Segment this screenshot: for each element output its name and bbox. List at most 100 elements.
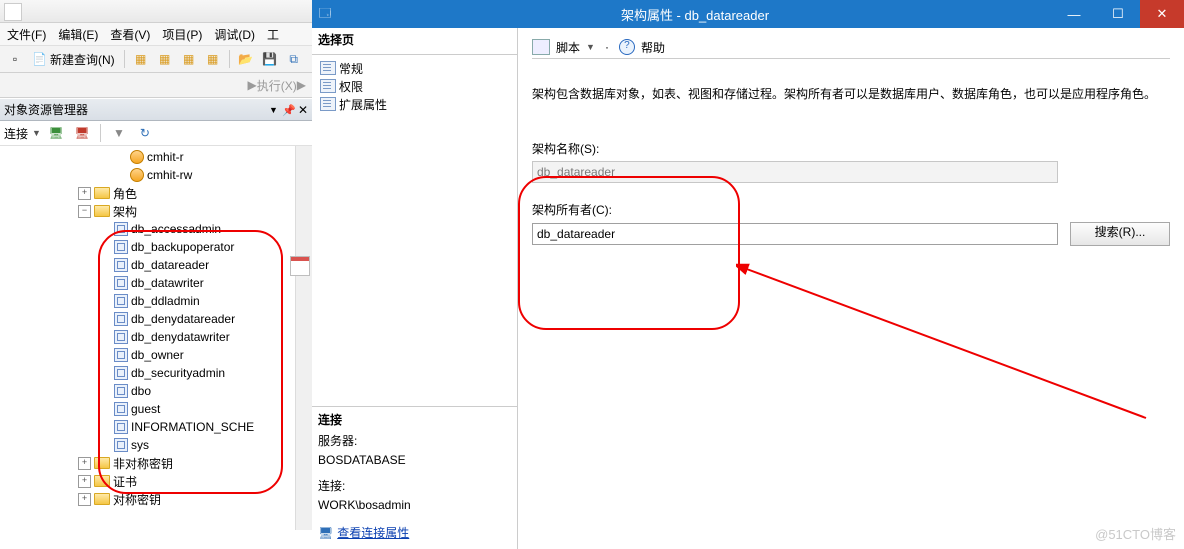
menu-view[interactable]: 查看(V) <box>107 24 153 45</box>
page-general[interactable]: 常规 <box>314 59 515 77</box>
expander-icon[interactable]: + <box>78 187 91 200</box>
dialog-left-pane: 选择页 常规 权限 扩展属性 连接 服务器: BOSDATABASE 连接: W… <box>312 28 518 549</box>
connection-label: 连接: <box>318 477 511 494</box>
user-icon <box>130 150 144 164</box>
dialog-titlebar[interactable]: 🗔 架构属性 - db_datareader — ☐ ✕ <box>312 0 1184 28</box>
tree-folder-cert[interactable]: +证书 <box>0 472 312 490</box>
tree-schema-item[interactable]: db_denydatawriter <box>0 328 312 346</box>
new-query-button[interactable]: 📄 新建查询(N) <box>28 49 119 69</box>
tree-schema-item[interactable]: db_denydatareader <box>0 310 312 328</box>
tree-label: db_datareader <box>131 258 209 272</box>
tree-label: dbo <box>131 384 151 398</box>
tree-label: 架构 <box>113 203 137 220</box>
tree-label: 对称密钥 <box>113 491 161 508</box>
tree-user-cmhit-rw[interactable]: cmhit-rw <box>0 166 312 184</box>
menu-tools[interactable]: 工 <box>264 24 282 45</box>
server-label: 服务器: <box>318 432 511 449</box>
tree-schema-item[interactable]: INFORMATION_SCHE <box>0 418 312 436</box>
folder-icon <box>94 456 110 470</box>
menu-bar[interactable]: 文件(F) 编辑(E) 查看(V) 项目(P) 调试(D) 工 <box>0 23 312 46</box>
close-pane-icon[interactable]: ✕ <box>298 103 308 117</box>
expander-icon[interactable]: + <box>78 493 91 506</box>
tree-folder-schemas[interactable]: − 架构 <box>0 202 312 220</box>
dialog-right-pane: 脚本 ▼ · ? 帮助 架构包含数据库对象，如表、视图和存储过程。架构所有者可以… <box>518 28 1184 549</box>
tree-schema-item[interactable]: sys <box>0 436 312 454</box>
schema-icon <box>114 438 128 452</box>
expander-icon[interactable]: − <box>78 205 91 218</box>
minimize-button[interactable]: — <box>1052 0 1096 28</box>
schema-icon <box>114 294 128 308</box>
tree-schema-item[interactable]: dbo <box>0 382 312 400</box>
schema-icon <box>114 240 128 254</box>
tree-schema-item[interactable]: db_backupoperator <box>0 238 312 256</box>
schema-icon <box>114 276 128 290</box>
object-tree[interactable]: cmhit-r cmhit-rw +角色 −架构 db_accessadmin … <box>0 146 312 530</box>
script-dropdown-icon[interactable]: ▼ <box>586 42 595 52</box>
tree-label: db_ddladmin <box>131 294 200 308</box>
db-icon-2[interactable]: ▦ <box>154 48 176 70</box>
separator <box>100 124 101 142</box>
close-button[interactable]: ✕ <box>1140 0 1184 28</box>
tree-user-cmhit-r[interactable]: cmhit-r <box>0 148 312 166</box>
tree-schema-item[interactable]: db_datareader <box>0 256 312 274</box>
db-icon-4[interactable]: ▦ <box>202 48 224 70</box>
tree-schema-item[interactable]: db_datawriter <box>0 274 312 292</box>
view-connection-link[interactable]: 查看连接属性 <box>337 524 409 541</box>
expander-icon[interactable]: + <box>78 475 91 488</box>
filter-icon[interactable]: ▼ <box>108 122 130 144</box>
menu-project[interactable]: 项目(P) <box>159 24 205 45</box>
schema-owner-input[interactable]: db_datareader <box>532 223 1058 245</box>
page-extended[interactable]: 扩展属性 <box>314 95 515 113</box>
tree-schema-item[interactable]: db_ddladmin <box>0 292 312 310</box>
tree-schema-item[interactable]: db_securityadmin <box>0 364 312 382</box>
db-icon-1[interactable]: ▦ <box>130 48 152 70</box>
tree-label: 非对称密钥 <box>113 455 173 472</box>
dialog-title: 架构属性 - db_datareader <box>338 5 1052 24</box>
save-all-icon[interactable]: ⧉ <box>283 48 305 70</box>
page-label: 扩展属性 <box>339 96 387 113</box>
tree-folder-asym[interactable]: + 非对称密钥 <box>0 454 312 472</box>
help-label[interactable]: 帮助 <box>641 39 665 56</box>
new-query-icon: 📄 <box>32 52 47 66</box>
separator <box>124 50 125 68</box>
pin-icon[interactable]: 📌 <box>282 104 294 116</box>
folder-icon <box>94 474 110 488</box>
tree-schema-item[interactable]: db_accessadmin <box>0 220 312 238</box>
menu-file[interactable]: 文件(F) <box>4 24 49 45</box>
open-icon[interactable]: 📂 <box>235 48 257 70</box>
save-icon[interactable]: 💾 <box>259 48 281 70</box>
tree-scrollbar[interactable] <box>295 146 312 530</box>
dialog-app-icon: 🗔 <box>312 4 338 25</box>
script-label[interactable]: 脚本 <box>556 39 580 56</box>
connect-toolbar: 连接▼ 🖥 🖥 ▼ ↻ <box>0 121 312 146</box>
search-button[interactable]: 搜索(R)... <box>1070 222 1170 246</box>
tree-label: db_denydatareader <box>131 312 235 326</box>
schema-description: 架构包含数据库对象，如表、视图和存储过程。架构所有者可以是数据库用户、数据库角色… <box>532 85 1170 102</box>
toolbar-query: ▶ 执行(X) ▶ <box>0 73 312 98</box>
menu-debug[interactable]: 调试(D) <box>211 24 258 45</box>
expander-icon[interactable]: + <box>78 457 91 470</box>
maximize-button[interactable]: ☐ <box>1096 0 1140 28</box>
tree-schema-item[interactable]: db_owner <box>0 346 312 364</box>
tree-schema-item[interactable]: guest <box>0 400 312 418</box>
page-icon <box>320 79 336 93</box>
dropdown-icon[interactable]: ▼ <box>269 105 278 115</box>
page-icon <box>320 61 336 75</box>
disconnect-icon[interactable]: 🖥 <box>71 122 93 144</box>
script-icon <box>532 39 550 55</box>
connection-props-icon: 🖥 <box>318 526 333 540</box>
db-icon-3[interactable]: ▦ <box>178 48 200 70</box>
menu-edit[interactable]: 编辑(E) <box>55 24 101 45</box>
connect-icon[interactable]: 🖥 <box>45 122 67 144</box>
tree-label: db_denydatawriter <box>131 330 230 344</box>
refresh-icon[interactable]: ↻ <box>134 122 156 144</box>
tree-folder-sym[interactable]: + 对称密钥 <box>0 490 312 508</box>
calendar-icon <box>290 256 310 276</box>
page-permissions[interactable]: 权限 <box>314 77 515 95</box>
toolbar-main: ▫ 📄 新建查询(N) ▦ ▦ ▦ ▦ 📂 💾 ⧉ <box>0 46 312 73</box>
tree-label: db_datawriter <box>131 276 204 290</box>
tree-folder-roles[interactable]: +角色 <box>0 184 312 202</box>
project-icon[interactable]: ▫ <box>4 48 26 70</box>
connection-header: 连接 <box>318 411 511 428</box>
connect-label: 连接 <box>4 125 28 142</box>
